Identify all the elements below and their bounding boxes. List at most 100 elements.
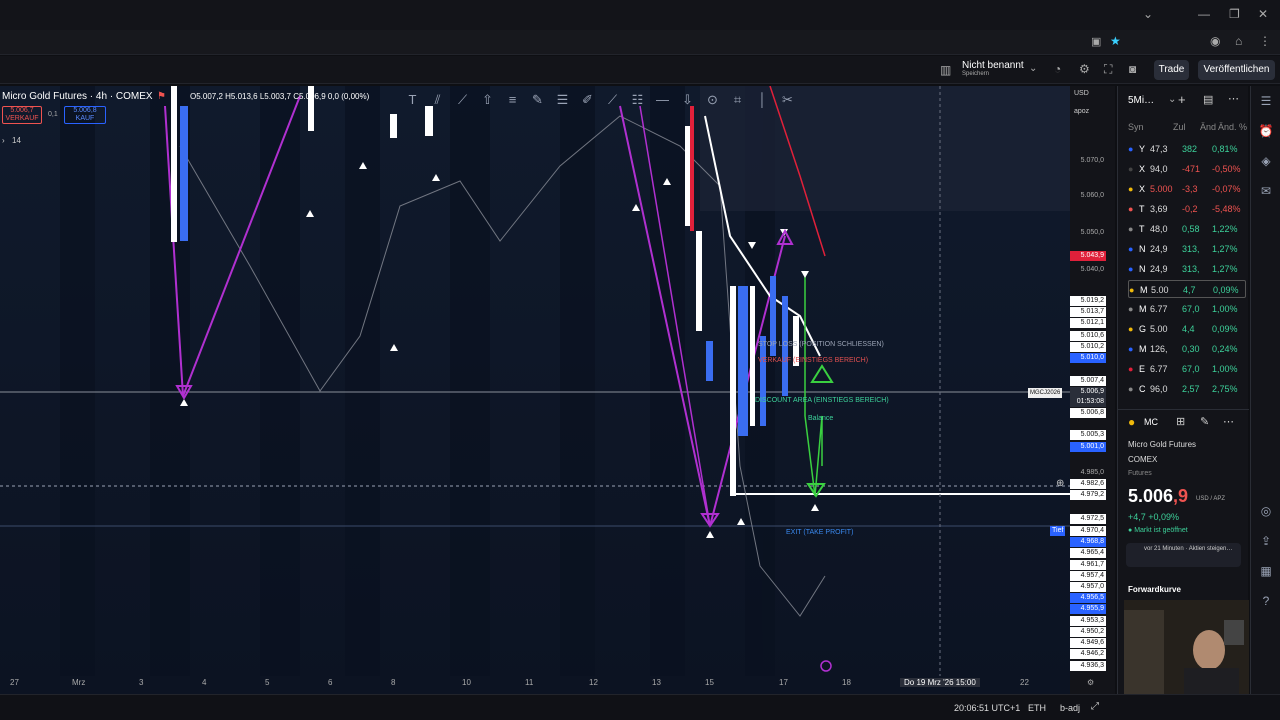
restore-icon[interactable]: ❐ (1229, 7, 1240, 21)
trade-button[interactable]: Trade (1154, 60, 1189, 80)
watchlist-row[interactable]: ● M 6.77 67,0 1,00% (1128, 300, 1246, 318)
symbol-change: 0,58 (1182, 224, 1200, 234)
watchlist-row[interactable]: ● M 5.00 4,7 0,09% (1128, 280, 1246, 298)
bottom-status-bar: 20:06:51 UTC+1 ETH b-adj ⤢ (0, 694, 1280, 720)
trendline-icon[interactable]: ⟋ (600, 92, 625, 108)
fib-icon[interactable]: ☰ (550, 92, 575, 108)
sell-button[interactable]: 5.006,7 VERKAUF (2, 106, 42, 124)
star-icon[interactable]: ★ (1110, 34, 1121, 48)
minimize-icon[interactable]: — (1198, 7, 1210, 21)
watchlist-row[interactable]: ● N 24,9 313, 1,27% (1128, 240, 1246, 258)
publish-button[interactable]: Veröffentlichen (1198, 60, 1275, 80)
price-label: 5.012,1 (1070, 318, 1106, 328)
hline-icon[interactable]: — (650, 92, 675, 107)
bookmark-icon[interactable]: ▣ (1091, 35, 1101, 48)
time-label: 6 (328, 678, 333, 687)
target-icon[interactable]: ⊙ (700, 92, 725, 108)
arrow-down-icon[interactable]: ⇩ (675, 92, 700, 108)
vline-icon[interactable]: │ (750, 92, 775, 107)
edit-icon[interactable]: ✎ (1200, 415, 1209, 428)
grid-icon[interactable]: ⊞ (1176, 415, 1185, 428)
camera-icon[interactable]: ◙ (1129, 62, 1136, 76)
help-icon[interactable]: ? (1257, 594, 1275, 612)
add-alert-icon[interactable]: ⊕ (1056, 478, 1064, 489)
alarm-icon[interactable]: ⏰ (1257, 124, 1275, 142)
chat-icon[interactable]: ✉ (1257, 184, 1275, 202)
add-symbol-icon[interactable]: + (1178, 92, 1186, 107)
watchlist-row[interactable]: ● C 96,0 2,57 2,75% (1128, 380, 1246, 398)
rocket-icon[interactable]: ⇪ (1257, 534, 1275, 552)
chart-pane[interactable]: STOP LOSS (POSITION SCHLIESSEN) VERKAUF … (0, 86, 1115, 694)
session-toggle[interactable]: ETH (1028, 703, 1046, 713)
balance-label: Balance (808, 415, 834, 422)
top-toolbar: ▥ Nicht benannt Speichern ⌄ ◔ ⚙ ⛶ ◙ Trad… (0, 56, 1280, 84)
gear-icon[interactable]: ⚙ (1087, 678, 1094, 687)
watchlist-row[interactable]: ● Y 47,3 382 0,81% (1128, 140, 1246, 158)
column-header[interactable]: Zul (1173, 122, 1186, 132)
column-header[interactable]: Änd. % (1218, 122, 1247, 132)
forward-curve-title[interactable]: Forwardkurve (1128, 585, 1181, 594)
layout-icon[interactable]: ▥ (940, 63, 951, 77)
details-name[interactable]: Micro Gold Futures (1128, 440, 1196, 449)
layers-icon[interactable]: ◈ (1257, 154, 1275, 172)
extension-icon[interactable]: ⌂ (1235, 34, 1242, 48)
clock[interactable]: 20:06:51 UTC+1 (954, 703, 1020, 713)
watchlist-row[interactable]: ● T 48,0 0,58 1,22% (1128, 220, 1246, 238)
buy-button[interactable]: 5.006,8 KAUF (64, 106, 106, 124)
expand-icon[interactable]: ⤢ (1091, 701, 1099, 712)
ruler-icon[interactable]: ✂ (775, 92, 800, 108)
account-icon[interactable]: ◉ (1210, 34, 1220, 48)
price-label: 4.953,3 (1070, 616, 1106, 626)
price-label: 5.043,9 (1070, 251, 1106, 261)
watchlist-row[interactable]: ● X 94,0 -471 -0,50% (1128, 160, 1246, 178)
column-header[interactable]: Syn (1128, 122, 1144, 132)
pitchfork-icon[interactable]: ⫽ (425, 92, 450, 108)
time-label: 22 (1020, 678, 1029, 687)
more-icon[interactable]: ⋯ (1223, 415, 1234, 428)
arrow-up-icon[interactable]: ⇧ (475, 92, 500, 108)
chevron-down-icon[interactable]: ⌄ (1168, 94, 1176, 105)
price-label: 5.060,0 (1080, 192, 1104, 199)
price-label: 5.040,0 (1080, 266, 1104, 273)
calendar-icon[interactable]: ▦ (1257, 564, 1275, 582)
lines-icon[interactable]: ≡ (500, 92, 525, 107)
watchlist-icon[interactable]: ☰ (1257, 94, 1275, 112)
chevron-down-icon[interactable]: ⌄ (1143, 7, 1153, 21)
close-icon[interactable]: ✕ (1258, 7, 1268, 21)
gear-icon[interactable]: ⚙ (1079, 62, 1090, 76)
watchlist-row[interactable]: ● E 6.77 67,0 1,00% (1128, 360, 1246, 378)
brush-icon[interactable]: ✎ (525, 92, 550, 108)
collapse-icon[interactable]: › (2, 136, 5, 145)
column-header[interactable]: Änd (1200, 122, 1216, 132)
news-item[interactable]: vor 21 Minuten · Aktien steigen… (1126, 543, 1241, 567)
flag-icon[interactable]: ⚑ (157, 91, 166, 102)
watchlist-timeframe[interactable]: 5Mi… (1128, 95, 1154, 106)
price-axis[interactable]: USD apoz 5.070,0 5.060,0 5.050,0 5.043,9… (1070, 86, 1115, 694)
chevron-down-icon[interactable]: ⌄ (1029, 63, 1037, 74)
time-label: 15 (705, 678, 714, 687)
alert-icon[interactable]: ◔ (1054, 62, 1061, 76)
symbol-ticker: M (1139, 344, 1147, 354)
columns-icon[interactable]: ▤ (1203, 93, 1213, 106)
crop-icon[interactable]: ⌗ (725, 92, 750, 108)
pen-icon[interactable]: ✐ (575, 92, 600, 108)
chart-name-button[interactable]: Nicht benannt Speichern (962, 60, 1024, 77)
symbol-icon: ● (1128, 384, 1134, 394)
watchlist-row[interactable]: ● T 3,69 -0,2 -5,48% (1128, 200, 1246, 218)
sell-zone-label: VERKAUF (EINSTIEGS BEREICH) (758, 357, 869, 364)
symbol-title[interactable]: Micro Gold Futures · 4h · COMEX (2, 91, 153, 102)
pattern-icon[interactable]: ⟋ (450, 92, 475, 108)
watchlist-row[interactable]: ● G 5.00 4,4 0,09% (1128, 320, 1246, 338)
target-icon[interactable]: ◎ (1257, 504, 1275, 522)
text-tool-icon[interactable]: T (400, 92, 425, 107)
watchlist-row[interactable]: ● X 5.000 -3,3 -0,07% (1128, 180, 1246, 198)
fullscreen-icon[interactable]: ⛶ (1104, 62, 1112, 77)
symbol-icon: ● (1128, 144, 1134, 154)
watchlist-row[interactable]: ● M 126, 0,30 0,24% (1128, 340, 1246, 358)
more-icon[interactable]: ⋯ (1228, 92, 1239, 105)
settings-list-icon[interactable]: ☷ (625, 92, 650, 108)
adjust-toggle[interactable]: b-adj (1060, 703, 1080, 713)
time-axis[interactable]: 27 Mrz 3 4 5 6 8 10 11 12 13 15 17 18 Do… (0, 678, 1100, 692)
watchlist-row[interactable]: ● N 24,9 313, 1,27% (1128, 260, 1246, 278)
menu-icon[interactable]: ⋮ (1259, 34, 1271, 48)
